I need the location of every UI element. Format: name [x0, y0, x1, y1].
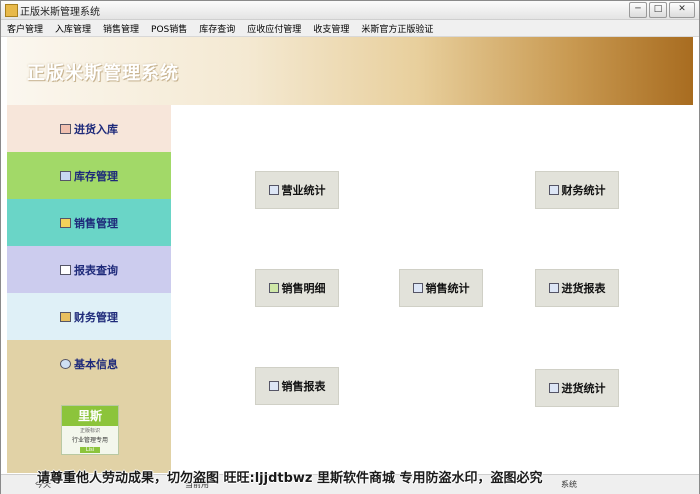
- window-controls: ─ □ ✕: [629, 2, 695, 18]
- banner-title: 正版米斯管理系统: [27, 63, 179, 84]
- button-label: 销售报表: [281, 380, 326, 393]
- sales-report-button[interactable]: 销售报表: [255, 367, 339, 405]
- title-bar: 正版米斯管理系统 ─ □ ✕: [1, 1, 699, 20]
- business-stats-button[interactable]: 营业统计: [255, 171, 339, 209]
- edit-icon: [548, 383, 559, 393]
- minimize-button[interactable]: ─: [629, 2, 647, 18]
- menu-verify[interactable]: 米斯官方正版验证: [355, 20, 439, 36]
- sidebar-item-label: 库存管理: [74, 169, 118, 183]
- finance-icon: [60, 311, 71, 322]
- button-label: 进货报表: [561, 282, 606, 295]
- sales-detail-button[interactable]: 销售明细: [255, 269, 339, 307]
- edit-icon: [548, 185, 559, 195]
- sidebar-item-stock-in[interactable]: 进货入库: [7, 105, 171, 152]
- main-window: 正版米斯管理系统 ─ □ ✕ 客户管理 入库管理 销售管理 POS销售 库存查询…: [0, 0, 700, 494]
- app-icon: [5, 4, 18, 17]
- purchase-stats-button[interactable]: 进货统计: [535, 369, 619, 407]
- button-label: 进货统计: [561, 382, 606, 395]
- edit-icon: [268, 185, 279, 195]
- menu-sales[interactable]: 销售管理: [97, 20, 145, 36]
- sidebar-item-label: 基本信息: [74, 357, 118, 371]
- logo-small-text: 正版标识: [79, 428, 100, 434]
- close-button[interactable]: ✕: [669, 2, 695, 18]
- watermark-text: 请尊重他人劳动成果，切勿盗图 旺旺:ljjdtbwz 里斯软件商城 专用防盗水印…: [37, 471, 543, 486]
- sidebar-item-finance[interactable]: 财务管理: [7, 293, 171, 340]
- note-icon: [60, 217, 71, 228]
- edit-icon: [548, 283, 559, 293]
- sidebar-item-reports[interactable]: 报表查询: [7, 246, 171, 293]
- status-system: 系统: [561, 480, 577, 489]
- edit-icon: [268, 381, 279, 391]
- menu-income-expense[interactable]: 收支管理: [307, 20, 355, 36]
- button-label: 营业统计: [281, 184, 326, 197]
- button-label: 财务统计: [561, 184, 606, 197]
- logo-version: Lisi: [80, 447, 100, 453]
- sidebar-item-basic-info[interactable]: 基本信息: [7, 340, 171, 387]
- menu-customer[interactable]: 客户管理: [1, 20, 49, 36]
- sidebar-item-label: 报表查询: [74, 263, 118, 277]
- receipt-icon: [60, 123, 71, 134]
- sales-stats-button[interactable]: 销售统计: [399, 269, 483, 307]
- menu-stock-in[interactable]: 入库管理: [49, 20, 97, 36]
- purchase-report-button[interactable]: 进货报表: [535, 269, 619, 307]
- report-icon: [60, 264, 71, 275]
- sidebar-item-sales[interactable]: 销售管理: [7, 199, 171, 246]
- button-label: 销售统计: [425, 282, 470, 295]
- search-icon: [60, 358, 71, 369]
- header-banner: 正版米斯管理系统: [7, 37, 693, 105]
- menu-receivables[interactable]: 应收应付管理: [241, 20, 307, 36]
- edit-icon: [412, 283, 423, 293]
- sidebar-item-label: 销售管理: [74, 216, 118, 230]
- function-panel: 营业统计 财务统计 销售明细 销售统计 进货报表 销售报表 进货统计: [171, 105, 693, 473]
- sidebar: 进货入库 库存管理 销售管理 报表查询 财务管理 基本信息 里斯 正版标识 行业…: [7, 105, 171, 473]
- finance-stats-button[interactable]: 财务统计: [535, 171, 619, 209]
- brand-logo: 里斯 正版标识 行业管理专用 Lisi: [61, 405, 119, 455]
- button-label: 销售明细: [281, 282, 326, 295]
- sidebar-item-label: 进货入库: [74, 122, 118, 136]
- window-title: 正版米斯管理系统: [20, 7, 100, 18]
- edit-icon: [60, 170, 71, 181]
- logo-brand: 里斯: [62, 406, 118, 426]
- menu-bar: 客户管理 入库管理 销售管理 POS销售 库存查询 应收应付管理 收支管理 米斯…: [1, 20, 699, 37]
- list-icon: [268, 283, 279, 293]
- menu-inventory[interactable]: 库存查询: [193, 20, 241, 36]
- restore-button[interactable]: □: [649, 2, 667, 18]
- menu-pos[interactable]: POS销售: [145, 20, 193, 36]
- sidebar-item-inventory[interactable]: 库存管理: [7, 152, 171, 199]
- sidebar-item-label: 财务管理: [74, 310, 118, 324]
- logo-tagline: 行业管理专用: [71, 437, 108, 444]
